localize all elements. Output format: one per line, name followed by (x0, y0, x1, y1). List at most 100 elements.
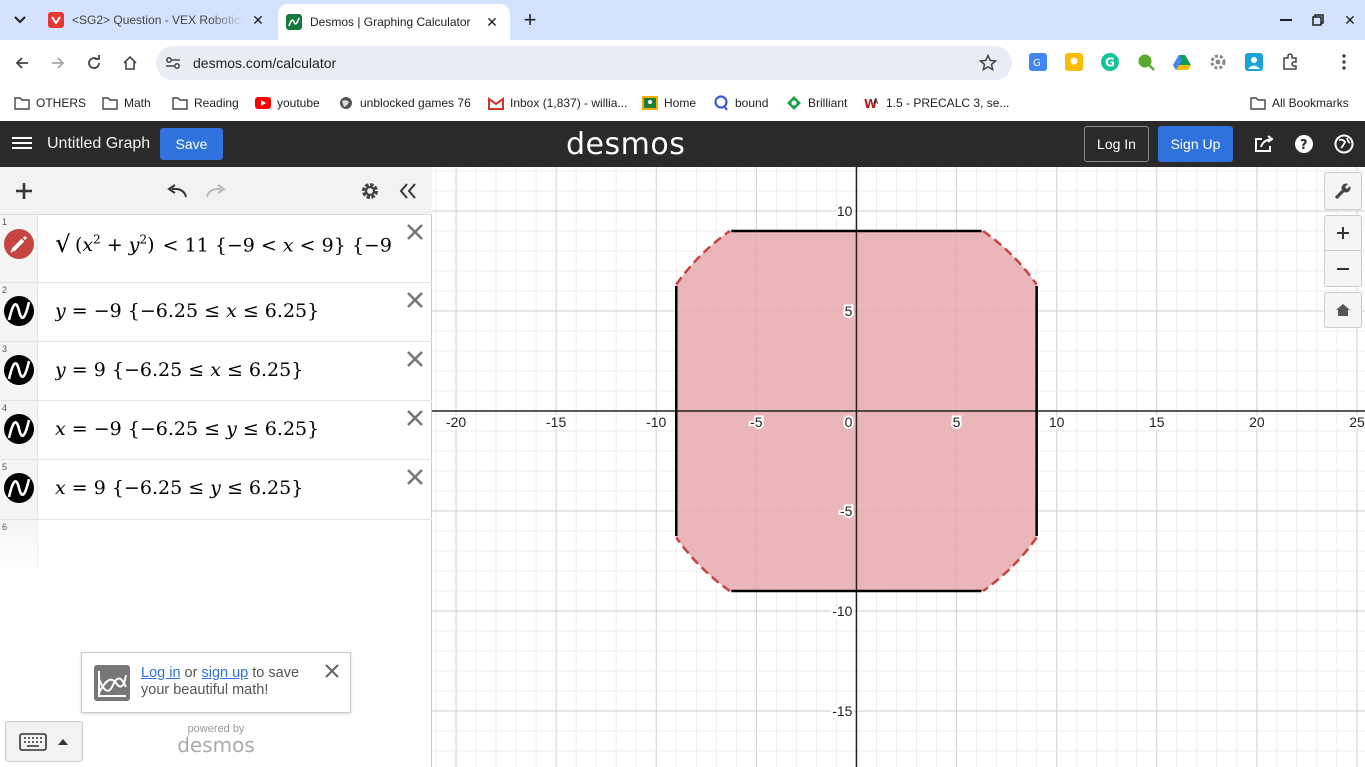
line-style-icon[interactable] (4, 296, 34, 326)
bookmark-unblocked-games[interactable]: unblocked games 76 (338, 92, 471, 114)
restore-icon[interactable] (1304, 6, 1332, 34)
y-tick-label: -10 (832, 603, 852, 619)
bookmark-others[interactable]: OTHERS (14, 92, 86, 114)
expression-math[interactable]: y = −9 {−6.25 ≤ x ≤ 6.25} (55, 300, 319, 322)
expression-math[interactable]: y = 9 {−6.25 ≤ x ≤ 6.25} (55, 359, 303, 381)
expression-row-2[interactable]: 2 y = −9 {−6.25 ≤ x ≤ 6.25} (0, 283, 432, 342)
minimize-icon[interactable] (1272, 6, 1300, 34)
x-tick-label: 25 (1349, 414, 1365, 430)
graph-canvas[interactable]: -20-20 -15-15 -10-10 -5-5 00 55 1010 1515 2020 25… (432, 167, 1365, 767)
delete-expression-icon[interactable] (404, 466, 426, 488)
expression-row-4[interactable]: 4 x = −9 {−6.25 ≤ y ≤ 6.25} (0, 401, 432, 460)
pencil-color-icon[interactable] (4, 229, 34, 259)
expression-number: 4 (2, 403, 8, 413)
close-tab-icon[interactable]: ✕ (482, 12, 502, 32)
collapse-panel-icon[interactable] (396, 179, 420, 203)
bookmark-reading[interactable]: Reading (172, 92, 239, 114)
svg-text:A: A (873, 97, 879, 106)
tab-title: Desmos | Graphing Calculator (310, 15, 471, 29)
zoom-out-icon[interactable] (1324, 251, 1362, 287)
login-link[interactable]: Log in (141, 665, 181, 681)
bookmark-home[interactable]: Home (642, 92, 696, 114)
default-viewport-home-icon[interactable] (1324, 292, 1362, 328)
graph-settings-wrench-icon[interactable] (1324, 172, 1362, 210)
bookmark-bound[interactable]: bound (713, 92, 768, 114)
home-button[interactable] (115, 48, 145, 78)
expression-row-1[interactable]: 1 √(x2 + y2) < 11 {−9 < x < 9} {−9 < y <… (0, 215, 432, 283)
expression-math[interactable]: √(x2 + y2) < 11 {−9 < x < 9} {−9 < y < 9… (55, 233, 395, 257)
new-tab-button[interactable]: + (518, 7, 542, 32)
hamburger-menu-icon[interactable] (12, 134, 32, 154)
globe-language-icon[interactable] (1332, 132, 1356, 156)
zoom-in-icon[interactable] (1324, 215, 1362, 251)
translate-extension-icon[interactable]: G (1028, 52, 1048, 72)
all-bookmarks[interactable]: All Bookmarks (1250, 92, 1349, 114)
bookmark-webassign[interactable]: WA 1.5 - PRECALC 3, se... (864, 92, 1009, 114)
x-tick-label: -20 (446, 414, 466, 430)
tab-vex-robotics[interactable]: <SG2> Question - VEX Robotics ✕ (40, 0, 276, 40)
folder-icon (102, 95, 118, 111)
bookmark-star-icon[interactable] (978, 53, 998, 73)
extensions-puzzle-icon[interactable] (1280, 52, 1300, 72)
delete-expression-icon[interactable] (404, 407, 426, 429)
reload-button[interactable] (79, 48, 109, 78)
forward-button[interactable] (43, 48, 73, 78)
all-bookmarks-label: All Bookmarks (1272, 96, 1349, 110)
bookmark-label: 1.5 - PRECALC 3, se... (886, 96, 1010, 110)
line-style-icon[interactable] (4, 355, 34, 385)
gears-extension-icon[interactable] (1208, 52, 1228, 72)
grammarly-extension-icon[interactable]: G (1100, 52, 1120, 72)
browser-menu-icon[interactable] (1334, 52, 1354, 72)
expression-number: 2 (2, 285, 8, 295)
delete-expression-icon[interactable] (404, 348, 426, 370)
tab-search-button[interactable] (7, 8, 33, 32)
signup-button[interactable]: Sign Up (1158, 126, 1233, 162)
bookmark-inbox[interactable]: Inbox (1,837) - willia... (488, 92, 627, 114)
keep-extension-icon[interactable] (1064, 52, 1084, 72)
delete-expression-icon[interactable] (404, 289, 426, 311)
bookmark-label: OTHERS (36, 96, 87, 110)
redo-icon[interactable] (204, 179, 228, 203)
back-button[interactable] (7, 48, 37, 78)
profile-extension-icon[interactable] (1244, 52, 1264, 72)
expression-math[interactable]: x = −9 {−6.25 ≤ y ≤ 6.25} (55, 418, 319, 440)
expression-row-5[interactable]: 5 x = 9 {−6.25 ≤ y ≤ 6.25} (0, 460, 432, 520)
address-bar[interactable]: desmos.com/calculator (156, 46, 1012, 80)
drive-extension-icon[interactable] (1172, 52, 1192, 72)
x-tick-label: 20 (1249, 414, 1265, 430)
expression-row-6[interactable]: 6 (0, 520, 38, 570)
close-window-icon[interactable]: ✕ (1336, 6, 1364, 34)
bookmark-youtube[interactable]: youtube (255, 92, 320, 114)
share-icon[interactable] (1252, 132, 1276, 156)
desmos-graph-icon (94, 665, 130, 701)
login-button[interactable]: Log In (1084, 126, 1149, 162)
search-extension-icon[interactable] (1136, 52, 1156, 72)
undo-icon[interactable] (165, 179, 189, 203)
signup-link[interactable]: sign up (201, 665, 248, 681)
powered-by-logo: desmos (177, 733, 255, 757)
expression-number: 1 (2, 217, 8, 227)
line-style-icon[interactable] (4, 473, 34, 503)
keyboard-toggle-button[interactable] (5, 721, 83, 762)
folder-icon (14, 95, 30, 111)
settings-gear-icon[interactable] (358, 179, 382, 203)
expression-number: 6 (2, 522, 8, 532)
graph-paper[interactable]: -20 -20 -15 -15 -10 -10 -5 -5 0 0 5 5 10 10 15 15 20 20 25… (432, 167, 1365, 767)
bookmark-brilliant[interactable]: Brilliant (786, 92, 847, 114)
add-item-icon[interactable] (12, 179, 36, 203)
expression-math[interactable]: x = 9 {−6.25 ≤ y ≤ 6.25} (55, 477, 303, 499)
expression-row-3[interactable]: 3 y = 9 {−6.25 ≤ x ≤ 6.25} (0, 342, 432, 401)
bookmark-math[interactable]: Math (102, 92, 151, 114)
graph-title[interactable]: Untitled Graph (47, 135, 150, 153)
tab-desmos[interactable]: Desmos | Graphing Calculator ✕ (278, 4, 510, 40)
close-toast-icon[interactable] (324, 663, 340, 679)
help-icon[interactable]: ? (1292, 132, 1316, 156)
webassign-icon: WA (864, 95, 880, 111)
line-style-icon[interactable] (4, 414, 34, 444)
save-button[interactable]: Save (160, 128, 223, 160)
home-icon (123, 55, 137, 70)
close-tab-icon[interactable]: ✕ (248, 10, 268, 30)
site-info-icon[interactable] (164, 54, 182, 72)
bound-icon (713, 95, 729, 111)
delete-expression-icon[interactable] (404, 221, 426, 243)
